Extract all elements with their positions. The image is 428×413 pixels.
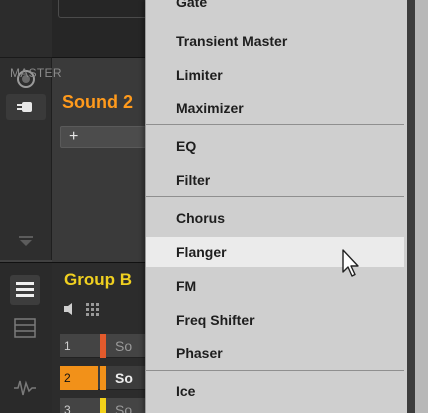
menu-item-filter[interactable]: Filter [146,166,404,194]
sound-slot-name: So [115,338,133,354]
menu-item-phaser[interactable]: Phaser [146,339,404,367]
menu-item-fm[interactable]: FM [146,272,404,300]
sound-slot-name: So [115,402,133,413]
sound-slot-name: So [115,370,133,386]
menu-item-limiter[interactable]: Limiter [146,61,404,89]
menu-item-ice[interactable]: Ice [146,377,404,405]
grid-icon [86,303,99,316]
sound-slot-color [100,366,106,390]
menu-item-maximizer[interactable]: Maximizer [146,94,404,122]
mixer-icon[interactable] [10,313,40,343]
menu-scrollbar[interactable] [407,0,415,413]
list-icon[interactable] [10,275,40,305]
master-label: MASTER [10,66,62,80]
menu-item-gate[interactable]: Gate [146,0,404,16]
sound-slot-number: 3 [64,403,71,413]
sound-slot-number: 1 [64,339,71,353]
menu-item-freq-shifter[interactable]: Freq Shifter [146,306,404,334]
sound-slot[interactable]: 1 So [60,334,146,358]
menu-edge [415,0,428,413]
mouse-cursor-icon [341,248,363,280]
scroll-down-icon[interactable] [18,234,34,246]
add-plugin-button[interactable]: + [69,127,78,147]
sound-name[interactable]: Sound 2 [62,92,133,113]
left-sidebar [0,0,52,413]
plug-icon[interactable] [6,94,46,120]
plugin-slot[interactable]: + [60,126,146,148]
menu-separator [146,370,404,371]
panel-topbar [52,0,152,58]
menu-item-eq[interactable]: EQ [146,132,404,160]
waveform-icon[interactable] [10,373,40,403]
sound-slot[interactable]: 3 So [60,398,146,413]
group-controls [62,302,122,316]
sound-slot-number: 2 [60,366,98,390]
sidebar-bottom [0,262,52,413]
menu-item-chorus[interactable]: Chorus [146,204,404,232]
speaker-icon [64,303,72,315]
sound-slot-selected[interactable]: 2 So [60,366,146,390]
menu-item-flanger[interactable]: Flanger [146,237,404,267]
menu-item-transient-master[interactable]: Transient Master [146,27,404,55]
sidebar-top [0,0,52,58]
sidebar-tabs [0,58,52,260]
sound-slot-color [100,334,106,358]
menu-separator [146,124,404,125]
menu-separator [146,196,404,197]
sound-slot-color [100,398,106,413]
group-name[interactable]: Group B [64,270,132,290]
plugin-context-menu: Gate Transient Master Limiter Maximizer … [145,0,415,413]
